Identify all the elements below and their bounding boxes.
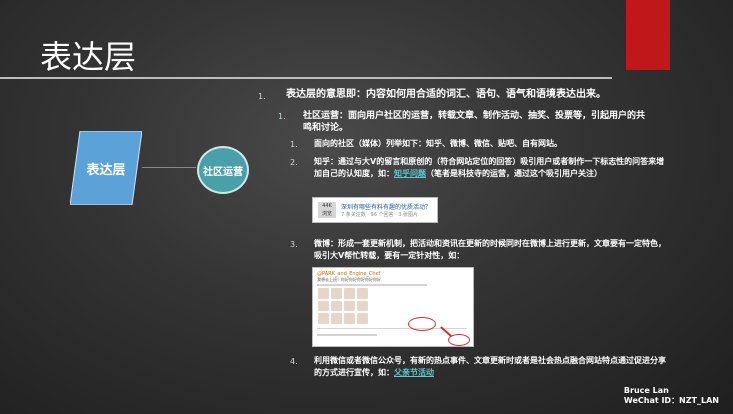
l2-line1: 社区运营：面向用户社区的运营，转载文章、制作活动、抽奖、投票等，引起用户的共 (303, 111, 646, 121)
weibo-meta-line (317, 334, 377, 336)
weibo-thumb (331, 313, 342, 324)
l1-number: 1. (258, 92, 266, 101)
slide: 表达层 表达层 社区运营 1. 表达层的意思即：内容如何用合适的词汇、语句、语气… (0, 0, 733, 414)
community-ops-circle: 社区运营 (197, 146, 249, 194)
l1-text: 表达层的意思即：内容如何用合适的词汇、语句、语气和语境表达出来。 (286, 89, 606, 100)
item4-number: 4. (290, 357, 298, 366)
author-credit: Bruce Lan WeChat ID：NZT_LAN (624, 386, 719, 406)
fathers-day-link[interactable]: 父亲节活动 (394, 368, 434, 377)
item1-text: 面向的社区（媒体）列举如下：知乎、微博、微信、贴吧、自有网站。 (314, 139, 562, 148)
red-accent-bar (626, 0, 670, 70)
l2-number: 1. (278, 112, 286, 121)
highlight-ring-repost (408, 317, 436, 331)
zhihu-question-link[interactable]: 知乎问题 (394, 169, 426, 178)
weibo-post-text: 我想去上班！你好你好你好你好你好 (317, 277, 381, 282)
weibo-screenshot: @PARK_and_Engine_Chef 我想去上班！你好你好你好你好你好 (312, 267, 474, 347)
item3-line2: 吸引大V帮忙转载，要有一定针对性，如： (314, 251, 465, 260)
item2-line1: 知乎：通过与大V的留言和原创的（符合网站定位的回答）吸引用户或者制作一下标志性的… (314, 157, 665, 166)
badge-count: 44K (322, 203, 332, 209)
weibo-thumb (357, 288, 368, 299)
item3-line1: 微博：形成一套更新机制，把活动和资讯在更新的时候同时在微博上进行更新，文章要有一… (314, 239, 666, 248)
title-underline (0, 77, 612, 79)
weibo-thumb (344, 313, 355, 324)
weibo-thumb (357, 313, 368, 324)
weibo-thumb (331, 288, 342, 299)
item4-line2: 的方式进行宣传，如：父亲节活动 (314, 367, 434, 379)
item2-line2: 加自己的认知度，如：知乎问题（笔者是科技寺的运营，通过这个吸引用户关注） (314, 168, 602, 180)
item2-suffix: （笔者是科技寺的运营，通过这个吸引用户关注） (426, 169, 602, 178)
zhihu-question-title: 深圳有哪些有料有趣的优质活动？ (341, 204, 432, 211)
weibo-thumb (331, 300, 342, 312)
item1-number: 1. (290, 140, 298, 149)
weibo-thumb (344, 300, 355, 312)
item4-prefix: 的方式进行宣传，如： (314, 368, 394, 377)
badge-unit: 浏览 (321, 211, 332, 217)
connector-line (142, 167, 196, 168)
zhihu-question-meta: 7 条关注数 · 96 个回答 · 3 张图片 (341, 212, 419, 218)
view-count-badge: 44K 浏览 (318, 202, 336, 218)
weibo-thumb (318, 300, 329, 312)
box-label: 表达层 (86, 162, 126, 178)
item4-line1: 利用微信或者微信公众号，有新的热点事件、文章更新时或者是社会热点融合网站特点通过… (314, 356, 666, 365)
weibo-thumb (318, 288, 329, 299)
item3-number: 3. (290, 240, 298, 249)
item2-prefix: 加自己的认知度，如： (314, 169, 394, 178)
slide-title: 表达层 (40, 38, 137, 76)
weibo-text-line (317, 284, 427, 286)
author-wechat: WeChat ID：NZT_LAN (623, 396, 719, 405)
weibo-image-grid (318, 288, 368, 324)
author-name: Bruce Lan (623, 386, 669, 395)
expression-layer-box: 表达层 (70, 131, 142, 205)
weibo-thumb (318, 313, 329, 324)
weibo-thumb (344, 288, 355, 299)
zhihu-screenshot: 44K 浏览 深圳有哪些有料有趣的优质活动？ 7 条关注数 · 96 个回答 ·… (312, 197, 438, 223)
l2-line2: 鸣和讨论。 (303, 123, 349, 133)
item2-number: 2. (290, 158, 298, 167)
weibo-thumb (357, 300, 368, 312)
